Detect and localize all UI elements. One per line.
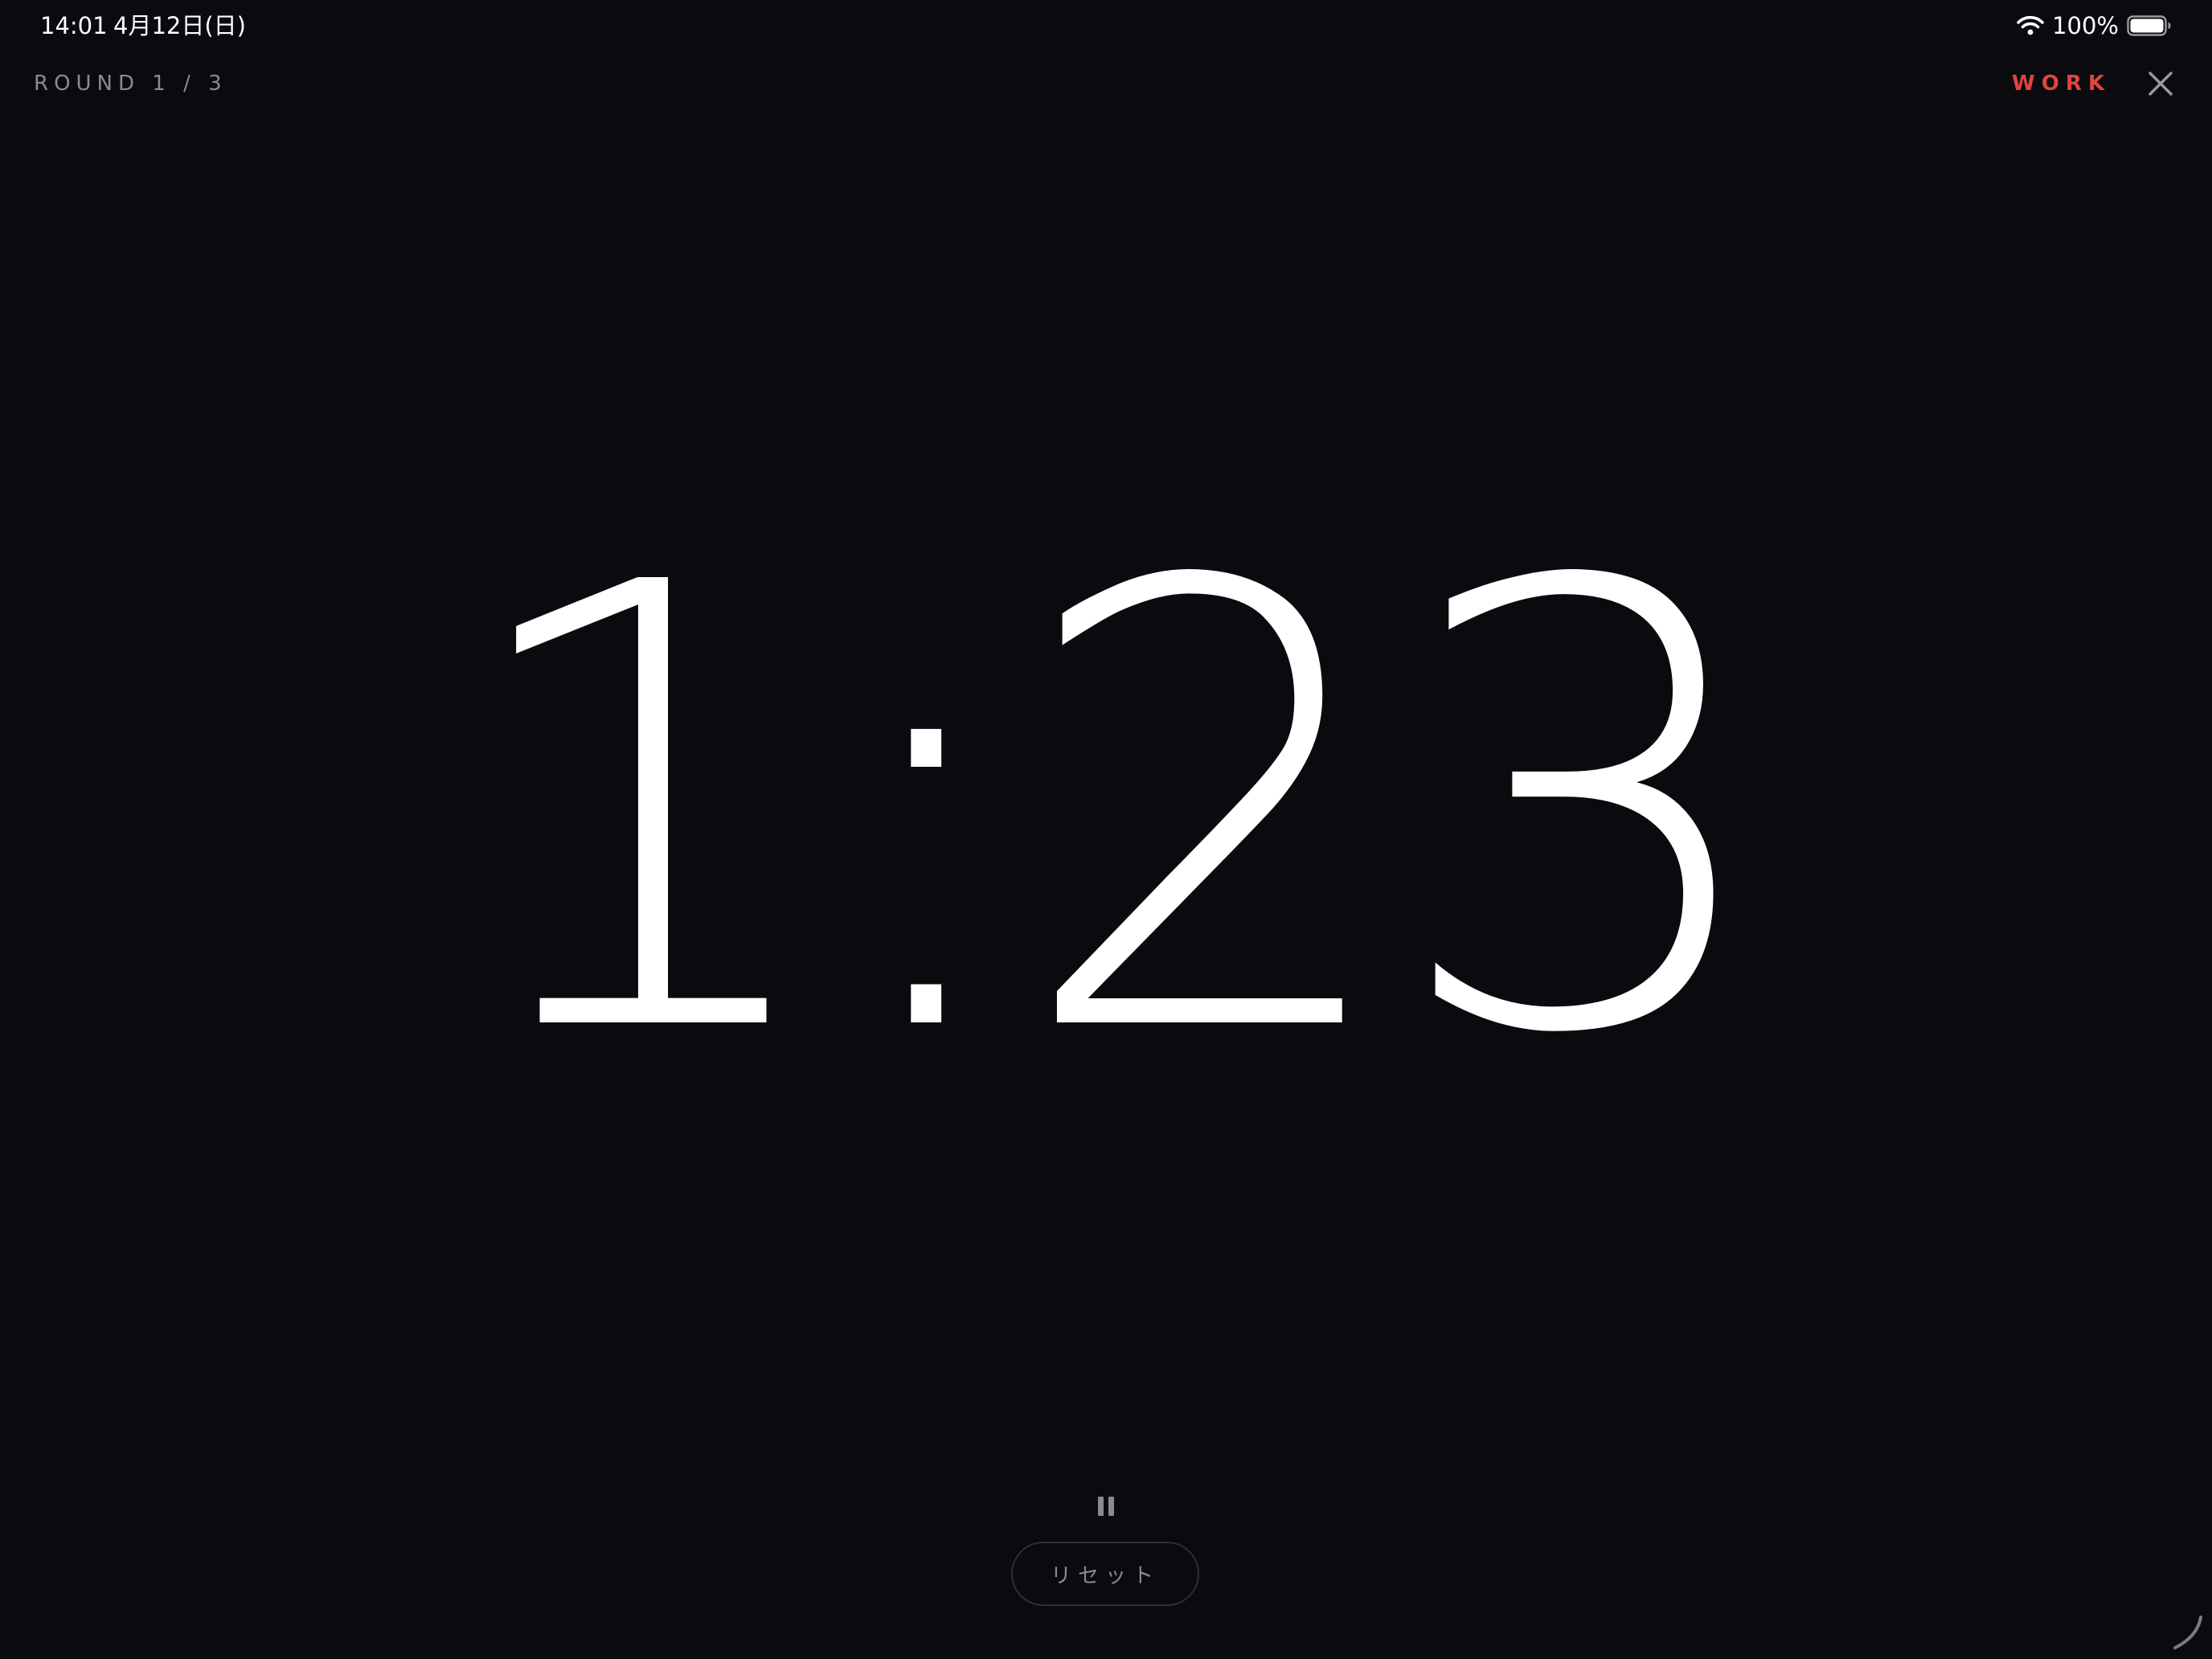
reset-button[interactable]: リセット [1011,1542,1199,1606]
wifi-icon [2017,15,2044,35]
battery-percentage: 100% [2052,12,2119,39]
close-icon [2149,72,2173,96]
status-indicators: 100% [2017,10,2172,42]
pause-icon [1098,1497,1114,1516]
status-date: 4月12日(日) [113,12,246,39]
status-time: 14:01 [40,12,108,39]
reset-label: リセット [1050,1563,1160,1588]
countdown-timer: 1:23 [449,457,1778,1167]
close-button[interactable] [2141,64,2180,103]
round-counter: ROUND 1 / 3 [34,72,227,96]
phase-label: WORK [2012,72,2111,96]
battery-full-icon [2127,15,2171,36]
pause-button[interactable] [1090,1489,1122,1524]
home-indicator-corner [2165,1612,2206,1653]
